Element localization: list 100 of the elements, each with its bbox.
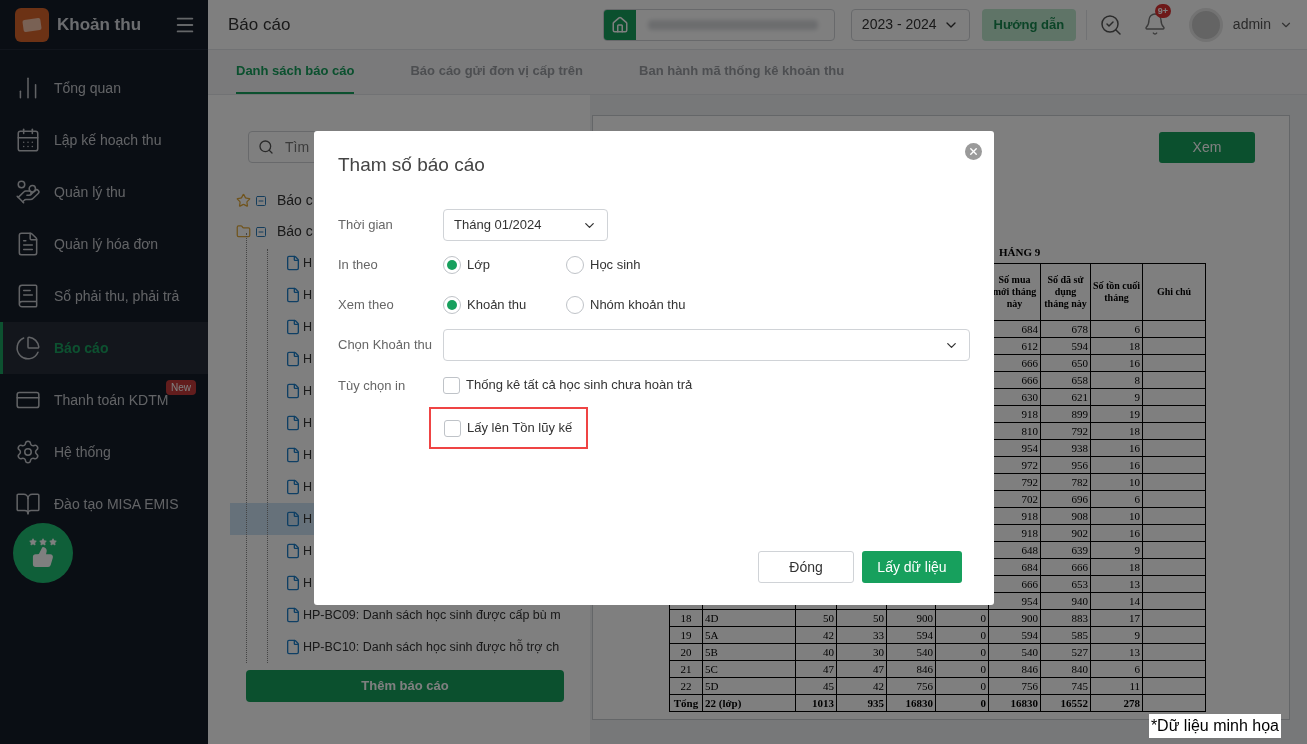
table-cell: 0 [935, 660, 989, 678]
table-cell: 33 [836, 626, 887, 644]
table-cell: 594 [886, 626, 936, 644]
table-cell: 19 [1090, 405, 1143, 423]
table-cell: 5D [702, 677, 796, 695]
table-cell: 846 [886, 660, 936, 678]
field-label: Xem theo [338, 296, 395, 315]
table-cell: 0 [935, 609, 989, 627]
table-cell: Tổng [669, 694, 703, 712]
table-cell: 792 [1040, 422, 1091, 440]
table-cell: 0 [935, 643, 989, 661]
table-cell: 13 [1090, 643, 1143, 661]
table-cell: 18 [1090, 422, 1143, 440]
table-cell: 16 [1090, 456, 1143, 474]
dialog-title: Tham số báo cáo [338, 152, 485, 177]
table-cell: 47 [836, 660, 887, 678]
table-cell: 45 [795, 677, 837, 695]
table-cell: 6 [1090, 490, 1143, 508]
table-cell: 594 [988, 626, 1041, 644]
table-cell: 21 [669, 660, 703, 678]
table-cell: 846 [988, 660, 1041, 678]
app-name: Khoản thu [57, 13, 142, 36]
table-cell: 840 [1040, 660, 1091, 678]
table-cell: 50 [795, 609, 837, 627]
table-cell: 16830 [886, 694, 936, 712]
table-cell: 678 [1040, 320, 1091, 338]
table-cell: 540 [886, 643, 936, 661]
table-cell: 935 [836, 694, 887, 712]
table-cell: 19 [669, 626, 703, 644]
page-title: Báo cáo [228, 13, 291, 36]
table-cell: 16 [1090, 524, 1143, 542]
table-cell: 696 [1040, 490, 1091, 508]
table-cell: 47 [795, 660, 837, 678]
table-cell: 756 [988, 677, 1041, 695]
table-cell: 10 [1090, 507, 1143, 525]
table-cell: 4D [702, 609, 796, 627]
table-cell: 16830 [988, 694, 1041, 712]
table-cell: 594 [1040, 337, 1091, 355]
table-cell: 6 [1090, 320, 1143, 338]
table-cell: 17 [1090, 609, 1143, 627]
table-cell: 9 [1090, 388, 1143, 406]
table-cell: 5B [702, 643, 796, 661]
table-cell: 278 [1090, 694, 1143, 712]
table-cell: 0 [935, 677, 989, 695]
table-cell: 5A [702, 626, 796, 644]
table-cell: 14 [1090, 592, 1143, 610]
notification-badge: 9+ [1154, 3, 1172, 18]
table-cell: 6 [1090, 660, 1143, 678]
table-cell: 11 [1090, 677, 1143, 695]
column-header: Số tồn cuối tháng [1090, 263, 1143, 321]
table-cell: 650 [1040, 354, 1091, 372]
table-cell: 0 [935, 626, 989, 644]
table-cell: 16552 [1040, 694, 1091, 712]
table-cell: 745 [1040, 677, 1091, 695]
table-cell: 0 [935, 694, 989, 712]
field-label: In theo [338, 256, 379, 275]
table-cell: 639 [1040, 541, 1091, 559]
table-cell: 956 [1040, 456, 1091, 474]
table-cell: 756 [886, 677, 936, 695]
table-cell: 9 [1090, 541, 1143, 559]
table-cell: 782 [1040, 473, 1091, 491]
new-badge: New [166, 380, 196, 395]
table-cell: 621 [1040, 388, 1091, 406]
table-cell: 10 [1090, 473, 1143, 491]
table-cell: 50 [836, 609, 887, 627]
table-cell: 900 [886, 609, 936, 627]
table-cell: 20 [669, 643, 703, 661]
table-cell: 5C [702, 660, 796, 678]
table-cell: 527 [1040, 643, 1091, 661]
table-cell: 666 [1040, 558, 1091, 576]
table-cell: 22 (lớp) [702, 694, 796, 712]
field-label: Chọn Khoản thu [338, 336, 433, 355]
table-cell: 42 [836, 677, 887, 695]
table-cell: 585 [1040, 626, 1091, 644]
table-cell: 8 [1090, 371, 1143, 389]
table-cell: 658 [1040, 371, 1091, 389]
column-header: Ghi chú [1142, 263, 1206, 321]
table-cell: 908 [1040, 507, 1091, 525]
field-label: Tùy chọn in [338, 378, 406, 393]
table-cell: 540 [988, 643, 1041, 661]
table-cell: 40 [795, 643, 837, 661]
caption: *Dữ liệu minh họa [1148, 714, 1281, 738]
table-cell: 22 [669, 677, 703, 695]
table-cell: 9 [1090, 626, 1143, 644]
table-cell: 899 [1040, 405, 1091, 423]
table-cell: 16 [1090, 439, 1143, 457]
table-cell: 30 [836, 643, 887, 661]
report-title: HÁNG 9 [999, 246, 1041, 258]
table-cell: 13 [1090, 575, 1143, 593]
table-cell: 42 [795, 626, 837, 644]
table-cell: 902 [1040, 524, 1091, 542]
column-header: Số đã sử dụng tháng này [1040, 263, 1091, 321]
table-cell: 16 [1090, 354, 1143, 372]
table-cell: 900 [988, 609, 1041, 627]
table-cell: 18 [1090, 337, 1143, 355]
table-cell: 1013 [795, 694, 837, 712]
field-label: Thời gian [338, 216, 394, 235]
table-cell: 940 [1040, 592, 1091, 610]
table-cell: 883 [1040, 609, 1091, 627]
table-cell: 18 [1090, 558, 1143, 576]
